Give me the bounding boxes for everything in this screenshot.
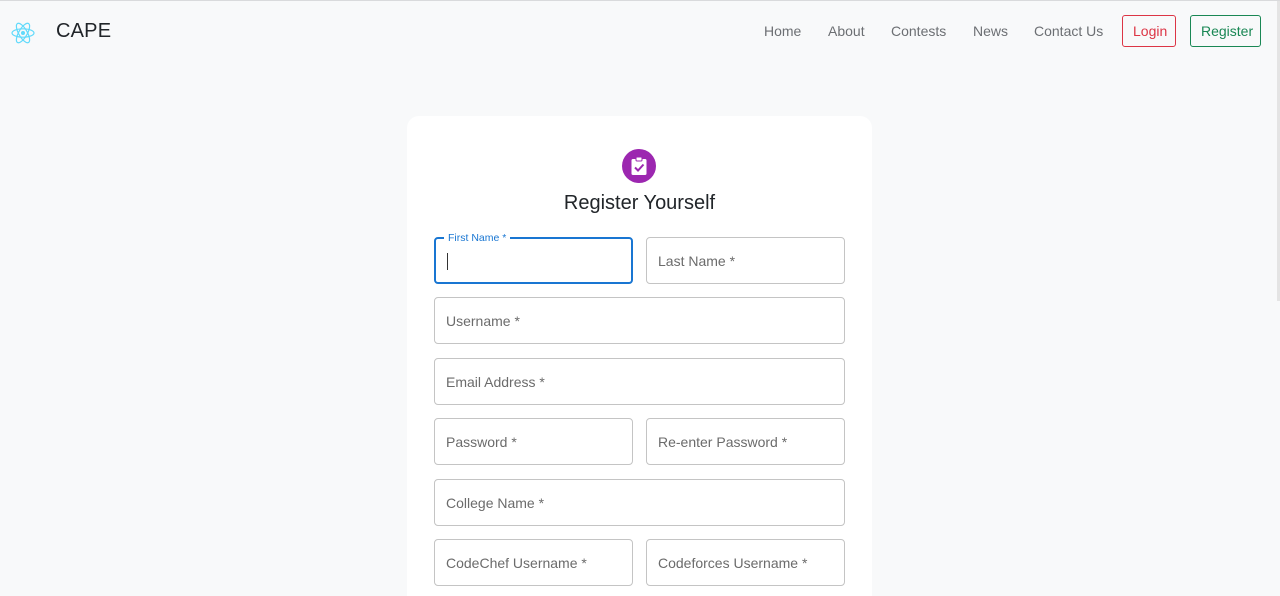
form-title: Register Yourself (563, 192, 716, 214)
react-atom-icon[interactable] (11, 21, 35, 45)
assignment-turned-in-icon (631, 156, 647, 175)
email-label: Email Address * (446, 374, 545, 390)
password-field[interactable]: Password * (434, 418, 633, 465)
register-card: Register Yourself First Name * Last Name… (407, 116, 872, 596)
last-name-label: Last Name * (658, 253, 736, 269)
page: CAPE Home About Contests News Contact Us… (0, 0, 1280, 596)
reenter-password-label: Re-enter Password * (658, 434, 788, 450)
email-field[interactable]: Email Address * (434, 358, 845, 405)
first-name-label: First Name * (444, 231, 511, 245)
codeforces-username-field[interactable]: Codeforces Username * (646, 539, 845, 586)
username-label: Username * (446, 313, 520, 329)
brand-name[interactable]: CAPE (56, 20, 111, 43)
codeforces-username-label: Codeforces Username * (658, 555, 808, 571)
form-avatar (622, 149, 656, 183)
college-name-field[interactable]: College Name * (434, 479, 845, 526)
reenter-password-field[interactable]: Re-enter Password * (646, 418, 845, 465)
nav-link-home[interactable]: Home (764, 23, 801, 39)
nav-link-contests[interactable]: Contests (891, 23, 946, 39)
text-caret (447, 253, 448, 270)
college-name-label: College Name * (446, 495, 545, 511)
password-label: Password * (446, 434, 517, 450)
nav-link-about[interactable]: About (828, 23, 865, 39)
first-name-field[interactable]: First Name * (434, 231, 633, 284)
last-name-field[interactable]: Last Name * (646, 237, 845, 284)
login-button[interactable]: Login (1122, 15, 1176, 47)
codechef-username-field[interactable]: CodeChef Username * (434, 539, 633, 586)
username-field[interactable]: Username * (434, 297, 845, 344)
nav-link-contact-us[interactable]: Contact Us (1034, 23, 1103, 39)
register-button[interactable]: Register (1190, 15, 1261, 47)
codechef-username-label: CodeChef Username * (446, 555, 587, 571)
nav-link-news[interactable]: News (973, 23, 1008, 39)
navbar: CAPE Home About Contests News Contact Us… (0, 1, 1280, 63)
